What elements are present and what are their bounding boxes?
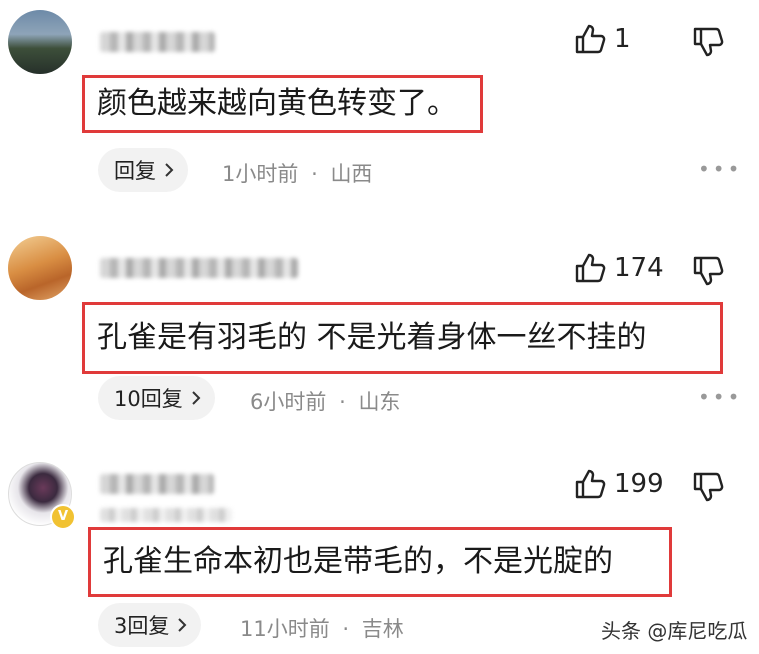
thumbs-down-icon — [692, 471, 724, 503]
timestamp: 11小时前 — [240, 617, 330, 641]
dislike-button[interactable] — [692, 471, 724, 503]
verified-badge-icon: V — [50, 504, 76, 530]
reply-button[interactable]: 3回复 — [98, 603, 202, 647]
thumbs-up-icon — [574, 468, 606, 500]
reply-label: 3回复 — [114, 614, 170, 638]
chevron-right-icon — [177, 617, 187, 633]
user-subtitle-blurred — [100, 508, 232, 522]
like-count: 199 — [614, 469, 664, 499]
comment-3: V 199 孔雀生命本初也是带毛的，不是光腚的 3回复 11小时前 · 吉林 — [0, 0, 759, 654]
comment-text: 孔雀生命本初也是带毛的，不是光腚的 — [88, 527, 672, 597]
separator: · — [342, 617, 350, 641]
comment-meta: 11小时前 · 吉林 — [240, 613, 404, 643]
username-blurred[interactable] — [100, 474, 214, 494]
like-button[interactable]: 199 — [574, 468, 664, 500]
location: 吉林 — [361, 617, 404, 641]
comment-text-content: 孔雀生命本初也是带毛的，不是光腚的 — [103, 544, 613, 579]
watermark: 头条 @库尼吃瓜 — [601, 619, 748, 643]
